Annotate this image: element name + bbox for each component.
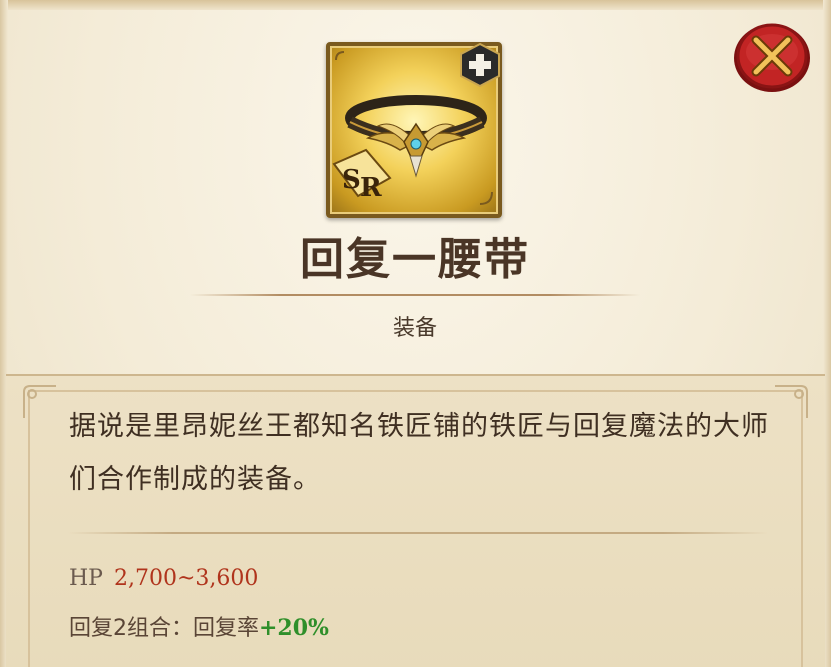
title-divider: [190, 294, 640, 296]
svg-text:R: R: [360, 173, 382, 203]
set-bonus-value: +20%: [259, 615, 329, 641]
corner-ornament-icon: [23, 385, 56, 418]
close-x-icon: [734, 23, 810, 92]
stats-divider: [68, 532, 768, 534]
close-button[interactable]: [728, 16, 816, 96]
panel-top-border: [0, 0, 831, 10]
item-description: 据说是里昂妮丝王都知名铁匠铺的铁匠与回复魔法的大师们合作制成的装备。: [69, 411, 769, 495]
rarity-sr-badge: S R: [332, 148, 392, 203]
set-bonus-stat: 回复2组合：回复率+20%: [69, 610, 329, 642]
item-detail-panel: S R 回复一腰带 装备 据说是里昂妮丝王都知名铁匠铺的铁匠与回复魔法的大师们合…: [0, 0, 831, 667]
hp-value: 2,700~3,600: [114, 566, 259, 591]
item-type: 装备: [392, 316, 437, 341]
hp-stat: HP 2,700~3,600: [69, 566, 258, 591]
item-name: 回复一腰带: [300, 234, 530, 285]
plus-icon[interactable]: [457, 42, 503, 88]
set-bonus-label: 回复2组合：回复率: [69, 616, 259, 641]
hp-label: HP: [69, 566, 103, 591]
svg-text:S: S: [342, 165, 361, 195]
